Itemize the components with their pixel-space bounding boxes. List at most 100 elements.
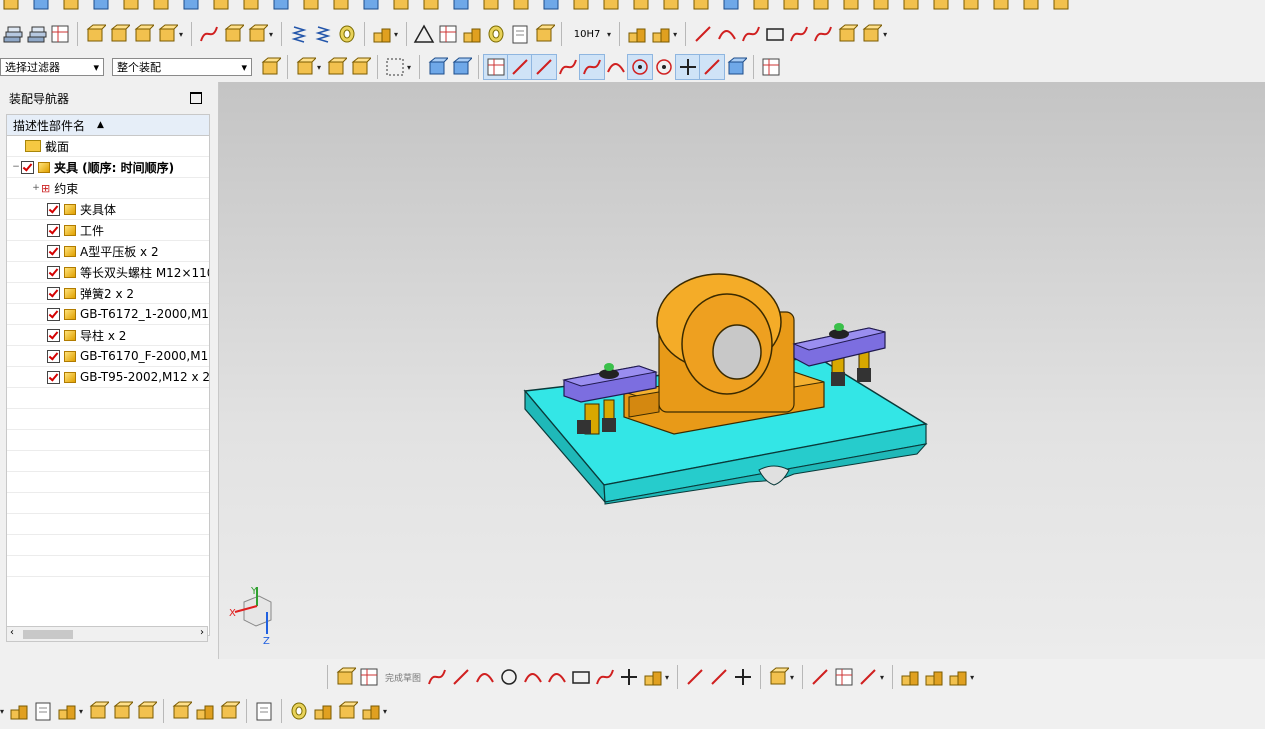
lock-icon[interactable] <box>258 55 282 79</box>
box-icon[interactable] <box>240 0 262 13</box>
circle-icon[interactable] <box>497 665 521 689</box>
shape-icon[interactable] <box>763 22 787 46</box>
bluebox-icon[interactable] <box>360 0 382 13</box>
new-component-icon[interactable] <box>7 699 31 723</box>
box-icon[interactable] <box>150 0 172 13</box>
part-list-icon[interactable] <box>217 699 241 723</box>
dimension-icon[interactable] <box>808 665 832 689</box>
bluebox-icon[interactable] <box>180 0 202 13</box>
tree-row-4[interactable]: 夹具体 <box>7 199 209 220</box>
box-icon[interactable] <box>420 0 442 13</box>
geometric-icon[interactable] <box>856 665 880 689</box>
bluebox-icon[interactable] <box>540 0 562 13</box>
dropdown-arrow-icon[interactable]: ▾ <box>970 673 974 682</box>
chamfer-icon[interactable] <box>545 665 569 689</box>
tree-row-11[interactable]: GB-T6170_F-2000,M12 x 2 <box>7 346 209 367</box>
visibility-checkbox[interactable] <box>47 244 60 258</box>
grid-table-icon[interactable] <box>436 22 460 46</box>
dropdown-arrow-icon[interactable]: ▾ <box>673 30 677 39</box>
divide-icon[interactable] <box>731 665 755 689</box>
box-icon[interactable] <box>960 0 982 13</box>
maximize-icon[interactable] <box>190 92 202 104</box>
point-icon[interactable] <box>617 665 641 689</box>
box-icon[interactable] <box>810 0 832 13</box>
dimension-grid-icon[interactable] <box>832 665 856 689</box>
box-icon[interactable] <box>570 0 592 13</box>
box-icon[interactable] <box>900 0 922 13</box>
line-icon[interactable] <box>449 665 473 689</box>
rectangle-icon[interactable] <box>569 665 593 689</box>
edge-icon[interactable] <box>811 22 835 46</box>
check-icon[interactable] <box>359 699 383 723</box>
visibility-checkbox[interactable] <box>47 370 60 384</box>
snap-midpoint-icon[interactable] <box>531 54 558 80</box>
replace-icon[interactable] <box>370 22 394 46</box>
move-icon[interactable] <box>86 699 110 723</box>
bluebox-icon[interactable] <box>30 0 52 13</box>
component-icon[interactable] <box>31 699 55 723</box>
document-icon[interactable] <box>508 22 532 46</box>
snap-quadrant-icon[interactable] <box>652 55 676 79</box>
explode-icon[interactable] <box>169 699 193 723</box>
brush-icon[interactable] <box>532 22 556 46</box>
box-icon[interactable] <box>60 0 82 13</box>
scroll-right-icon[interactable]: › <box>200 627 204 638</box>
align-icon[interactable] <box>134 699 158 723</box>
derived-icon[interactable] <box>641 665 665 689</box>
arc-icon[interactable] <box>473 665 497 689</box>
spring-icon[interactable] <box>287 22 311 46</box>
arc-icon[interactable] <box>715 22 739 46</box>
finish-sketch-icon[interactable] <box>357 665 381 689</box>
snap-center-icon[interactable] <box>627 54 654 80</box>
snap-angle-icon[interactable] <box>604 55 628 79</box>
assembly-scope-dropdown[interactable]: 整个装配 ▾ <box>112 58 252 76</box>
layers-icon[interactable] <box>0 22 24 46</box>
fit-tolerance-label[interactable]: 10H7 <box>567 29 607 40</box>
scrollbar-thumb[interactable] <box>23 630 73 639</box>
model-view[interactable]: Y X Z <box>219 82 1265 659</box>
line-icon[interactable] <box>691 22 715 46</box>
tree-row-12[interactable]: GB-T95-2002,M12 x 2 <box>7 367 209 388</box>
scroll-left-icon[interactable]: ‹ <box>10 627 14 638</box>
polygon-icon[interactable] <box>593 665 617 689</box>
box-icon[interactable] <box>300 0 322 13</box>
arrow-2-icon[interactable] <box>348 55 372 79</box>
shaded-icon[interactable] <box>449 55 473 79</box>
mirror-icon[interactable] <box>110 699 134 723</box>
bolt-icon[interactable] <box>83 22 107 46</box>
box-icon[interactable] <box>0 0 22 13</box>
box-icon[interactable] <box>210 0 232 13</box>
snap-face-icon[interactable] <box>724 55 748 79</box>
scale-icon[interactable] <box>131 22 155 46</box>
bluebox-icon[interactable] <box>270 0 292 13</box>
dropdown-arrow-icon[interactable]: ▾ <box>269 30 273 39</box>
snap-points-icon[interactable] <box>483 54 510 80</box>
box-icon[interactable] <box>870 0 892 13</box>
dropdown-arrow-icon[interactable]: ▾ <box>790 673 794 682</box>
dropdown-arrow-icon[interactable]: ▾ <box>179 30 183 39</box>
dropdown-arrow-icon[interactable]: ▾ <box>317 63 321 72</box>
stack-icon[interactable] <box>24 22 48 46</box>
dropdown-arrow-icon[interactable]: ▾ <box>607 30 611 39</box>
tree-row-7[interactable]: 等长双头螺柱 M12×110 <box>7 262 209 283</box>
tree-row-9[interactable]: GB-T6172_1-2000,M12 x 2 <box>7 304 209 325</box>
pattern-icon[interactable] <box>946 665 970 689</box>
dropdown-arrow-icon[interactable]: ▾ <box>880 673 884 682</box>
tree-row-3[interactable]: + ⊞ 约束 <box>7 178 209 199</box>
profile-icon[interactable] <box>425 665 449 689</box>
box-icon[interactable] <box>630 0 652 13</box>
checklist-icon[interactable] <box>460 22 484 46</box>
polyline-icon[interactable] <box>739 22 763 46</box>
expand-icon[interactable]: + <box>31 183 41 193</box>
solid-icon[interactable] <box>425 55 449 79</box>
point-icon[interactable] <box>293 55 317 79</box>
collapse-icon[interactable]: − <box>11 162 21 172</box>
gear-icon[interactable] <box>484 22 508 46</box>
extend-icon[interactable] <box>707 665 731 689</box>
fold-icon[interactable] <box>859 22 883 46</box>
box-icon[interactable] <box>660 0 682 13</box>
dropdown-arrow-icon[interactable]: ▾ <box>79 707 83 716</box>
drawing-icon[interactable] <box>252 699 276 723</box>
box-icon[interactable] <box>120 0 142 13</box>
mirror-icon[interactable] <box>107 22 131 46</box>
